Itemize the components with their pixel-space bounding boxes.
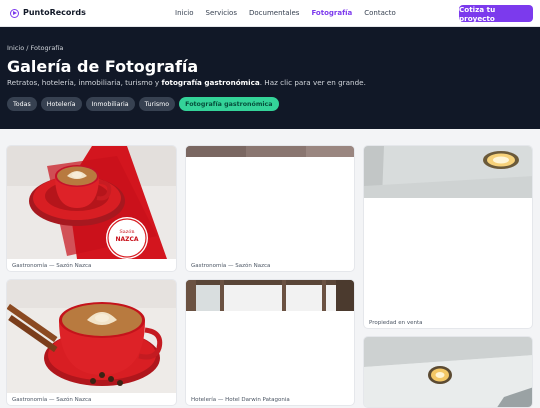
nav-link-documentales[interactable]: Documentales [249, 9, 299, 18]
photo-caption: Hotelería — Hotel Darwin Patagonia [191, 397, 290, 403]
gallery-card-6[interactable] [363, 336, 533, 408]
nav-link-fotografia[interactable]: Fotografía [311, 9, 352, 18]
filter-chip-gastronomica[interactable]: Fotografía gastronómica [179, 97, 279, 111]
gallery-card-1[interactable]: Sazón NAZCA Gastronomía — Sazón Nazca [6, 145, 177, 272]
photo-caption: Gastronomía — Sazón Nazca [12, 263, 92, 269]
nav-link-servicios[interactable]: Servicios [206, 9, 237, 18]
page-subtitle: Retratos, hotelería, inmobiliaria, turis… [7, 78, 366, 87]
filter-chip-hoteleria[interactable]: Hotelería [40, 97, 82, 111]
page-title: Galería de Fotografía [7, 57, 199, 76]
coffee-cinnamon-photo [7, 280, 176, 393]
filter-chip-turismo[interactable]: Turismo [138, 97, 176, 111]
gallery-card-3[interactable]: Propiedad en venta [363, 145, 533, 329]
filter-chips: Todas Hotelería Inmobiliaria Turismo Fot… [7, 97, 279, 111]
hero-section: Inicio / Fotografía Galería de Fotografí… [0, 27, 540, 129]
quote-cta-button[interactable]: Cotiza tu proyecto [459, 5, 533, 23]
filter-chip-todas[interactable]: Todas [7, 97, 37, 111]
photo-caption: Gastronomía — Sazón Nazca [12, 397, 92, 403]
napkin-logo-line2: NAZCA [115, 236, 139, 243]
hotel-window-photo [186, 280, 354, 393]
ceiling-lamp-photo [364, 146, 532, 317]
breadcrumb: Inicio / Fotografía [7, 44, 64, 52]
interior-photo [186, 146, 354, 259]
main-menu: Inicio Servicios Documentales Fotografía… [175, 9, 396, 18]
play-icon [10, 8, 19, 18]
gallery-card-5[interactable]: Hotelería — Hotel Darwin Patagonia [185, 279, 355, 406]
photo-caption: Propiedad en venta [369, 320, 423, 326]
nav-link-contacto[interactable]: Contacto [364, 9, 396, 18]
brand-logo[interactable]: PuntoRecords [10, 8, 86, 18]
brand-name: PuntoRecords [23, 8, 86, 17]
gallery-card-4[interactable]: Gastronomía — Sazón Nazca [6, 279, 177, 406]
gallery-card-2[interactable]: Gastronomía — Sazón Nazca [185, 145, 355, 272]
subtitle-highlight: fotografía gastronómica [161, 78, 260, 87]
filter-chip-inmobiliaria[interactable]: Inmobiliaria [85, 97, 135, 111]
top-navbar: PuntoRecords Inicio Servicios Documental… [0, 0, 540, 27]
coffee-napkin-photo [7, 146, 176, 259]
ceiling-lamp-photo [364, 337, 532, 407]
napkin-logo-line1: Sazón [119, 229, 135, 235]
photo-caption: Gastronomía — Sazón Nazca [191, 263, 271, 269]
nav-link-inicio[interactable]: Inicio [175, 9, 194, 18]
